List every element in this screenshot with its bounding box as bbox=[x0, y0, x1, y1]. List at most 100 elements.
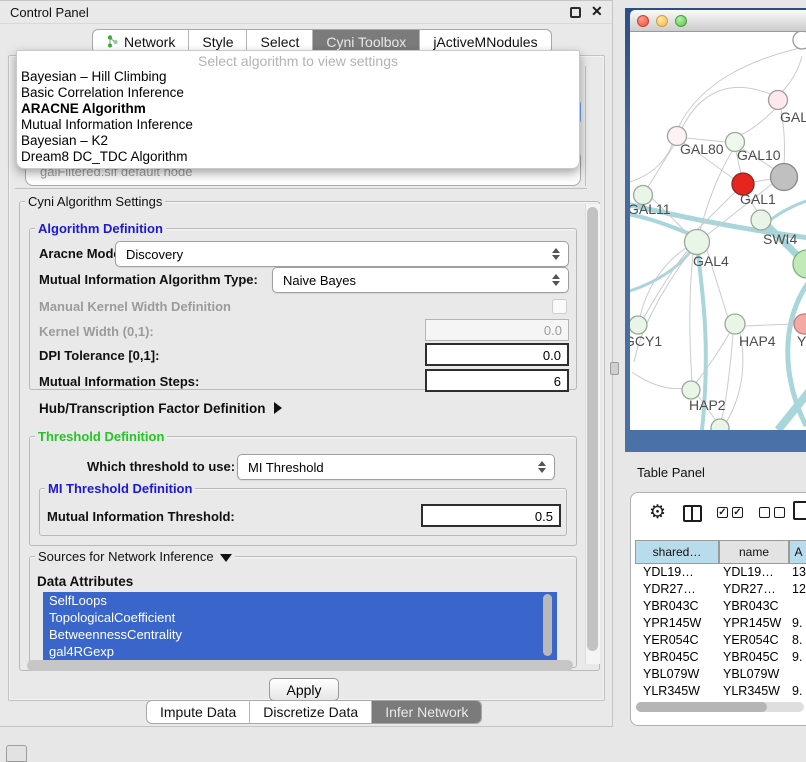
list-item-selected[interactable]: BetweennessCentrality bbox=[43, 626, 557, 643]
table-cell: YDR27… bbox=[635, 581, 719, 598]
dropdown-header: Select algorithm to view settings bbox=[17, 51, 579, 69]
table-row[interactable]: YBR045CYBR045C9. bbox=[635, 649, 806, 666]
table-row[interactable]: YDR27…YDR27…12 bbox=[635, 581, 806, 598]
table-row[interactable]: YBL079WYBL079W bbox=[635, 666, 806, 683]
dropdown-item[interactable]: Dream8 DC_TDC Algorithm bbox=[17, 149, 579, 165]
network-window-titlebar[interactable] bbox=[630, 10, 806, 32]
control-panel-title: Control Panel bbox=[10, 5, 89, 20]
dropdown-item-selected[interactable]: ARACNE Algorithm bbox=[17, 101, 579, 117]
table-cell: 8. bbox=[789, 632, 806, 649]
tab-label: Discretize Data bbox=[263, 704, 358, 720]
node-label: Y bbox=[797, 333, 806, 349]
dropdown-item[interactable]: Bayesian – K2 bbox=[17, 133, 579, 149]
node-salmon[interactable] bbox=[794, 314, 806, 334]
table-hscrollbar-thumb[interactable] bbox=[636, 702, 767, 712]
mi-threshold-field[interactable]: 0.5 bbox=[421, 504, 561, 527]
aracne-mode-label: Aracne Mode: bbox=[39, 246, 125, 261]
mi-steps-field[interactable]: 6 bbox=[425, 369, 569, 392]
node-label: SWI4 bbox=[763, 231, 797, 247]
table-cell: YDR27… bbox=[719, 581, 789, 598]
table-panel-window: ⚙ ✓ ✓ shared… name A YDL19…YDL19…13 YDR2… bbox=[630, 492, 806, 726]
table-cell: YBL079W bbox=[719, 666, 789, 683]
network-canvas[interactable]: GAL GAL80 GAL10 GAL1 GAL11 SWI4 GAL4 GCY… bbox=[630, 32, 806, 430]
kernel-width-field[interactable]: 0.0 bbox=[425, 319, 569, 341]
dropdown-item[interactable]: Bayesian – Hill Climbing bbox=[17, 69, 579, 85]
dropdown-item[interactable]: Mutual Information Inference bbox=[17, 117, 579, 133]
settings-vscrollbar-thumb[interactable] bbox=[587, 207, 598, 651]
node-gcy1[interactable] bbox=[630, 316, 647, 334]
manual-kernel-checkbox[interactable] bbox=[552, 299, 567, 314]
columns-icon[interactable] bbox=[683, 505, 702, 522]
node-gal-top[interactable] bbox=[769, 91, 788, 110]
node-partial-bottom[interactable] bbox=[711, 419, 729, 430]
gear-icon[interactable]: ⚙ bbox=[649, 501, 666, 524]
splitter-handle[interactable] bbox=[610, 362, 619, 375]
document-icon[interactable] bbox=[793, 501, 806, 520]
mi-threshold-label: Mutual Information Threshold: bbox=[47, 509, 235, 524]
zoom-traffic-light-icon[interactable] bbox=[675, 15, 687, 27]
tab-impute-data[interactable]: Impute Data bbox=[147, 701, 250, 723]
node-hap4[interactable] bbox=[725, 314, 745, 334]
unchecked-checkbox-icon[interactable] bbox=[759, 507, 770, 518]
list-item-selected[interactable]: SelfLoops bbox=[43, 592, 557, 609]
expander-expanded-icon bbox=[220, 554, 232, 562]
bottom-corner-button[interactable] bbox=[6, 745, 27, 762]
expander-collapsed-icon bbox=[274, 402, 282, 414]
manual-kernel-label: Manual Kernel Width Definition bbox=[39, 299, 231, 314]
tab-infer-network[interactable]: Infer Network bbox=[372, 701, 481, 723]
table-row[interactable]: YBR043CYBR043C bbox=[635, 598, 806, 615]
data-attributes-list[interactable]: SelfLoops TopologicalCoefficient Between… bbox=[43, 592, 557, 660]
table-row[interactable]: YER054CYER054C8. bbox=[635, 632, 806, 649]
apply-button[interactable]: Apply bbox=[269, 678, 339, 701]
hidden-groupbox-border bbox=[585, 66, 586, 186]
dropdown-item[interactable]: Basic Correlation Inference bbox=[17, 85, 579, 101]
node-gray[interactable] bbox=[771, 164, 798, 191]
unchecked-checkbox-icon[interactable] bbox=[774, 507, 785, 518]
table-hscrollbar-track[interactable] bbox=[636, 702, 804, 712]
list-vertical-scrollbar[interactable] bbox=[543, 594, 552, 656]
chevron-updown-icon bbox=[537, 461, 545, 473]
which-threshold-label: Which threshold to use: bbox=[87, 459, 235, 474]
mi-type-value: Naive Bayes bbox=[283, 273, 356, 288]
tab-discretize-data[interactable]: Discretize Data bbox=[250, 701, 372, 723]
column-header-name[interactable]: name bbox=[719, 540, 789, 564]
dpi-tolerance-label: DPI Tolerance [0,1]: bbox=[39, 348, 159, 363]
checked-checkbox-icon[interactable]: ✓ bbox=[732, 507, 743, 518]
table-row[interactable]: YPR145WYPR145W9. bbox=[635, 615, 806, 632]
node-label: HAP2 bbox=[689, 397, 726, 413]
group-title: Threshold Definition bbox=[35, 429, 167, 444]
mi-type-label: Mutual Information Algorithm Type: bbox=[39, 272, 258, 287]
table-panel-title: Table Panel bbox=[637, 465, 705, 480]
sources-expander[interactable]: Sources for Network Inference bbox=[35, 549, 235, 564]
settings-hscrollbar-thumb[interactable] bbox=[27, 660, 573, 671]
list-item-selected[interactable]: TopologicalCoefficient bbox=[43, 609, 557, 626]
node-label: GAL1 bbox=[740, 191, 776, 207]
node-label: GCY1 bbox=[630, 333, 662, 349]
node-gal4[interactable] bbox=[685, 230, 710, 255]
node-partial-top[interactable] bbox=[793, 32, 806, 49]
bottom-tabbar: Impute Data Discretize Data Infer Networ… bbox=[146, 700, 482, 724]
close-traffic-light-icon[interactable] bbox=[637, 15, 649, 27]
column-header-shared-name[interactable]: shared… bbox=[635, 540, 719, 564]
column-header-partial[interactable]: A bbox=[789, 540, 806, 564]
tab-label: Infer Network bbox=[385, 704, 468, 720]
close-icon[interactable]: ✕ bbox=[591, 3, 603, 20]
table-row[interactable]: YLR345WYLR345W9. bbox=[635, 683, 806, 700]
table-cell: YPR145W bbox=[635, 615, 719, 632]
network-icon bbox=[106, 35, 119, 48]
list-item-selected[interactable]: gal4RGexp bbox=[43, 643, 557, 660]
node-label: GAL bbox=[780, 109, 806, 125]
mi-algorithm-type-combobox[interactable]: Naive Bayes bbox=[272, 267, 569, 293]
mi-steps-label: Mutual Information Steps: bbox=[39, 374, 199, 389]
table-cell: YDL19… bbox=[719, 564, 789, 581]
hub-definition-expander[interactable]: Hub/Transcription Factor Definition bbox=[39, 401, 282, 416]
minimize-traffic-light-icon[interactable] bbox=[656, 15, 668, 27]
dpi-tolerance-field[interactable]: 0.0 bbox=[425, 343, 569, 366]
table-cell bbox=[789, 598, 806, 615]
checked-checkbox-icon[interactable]: ✓ bbox=[717, 507, 728, 518]
node-swi4[interactable] bbox=[751, 210, 771, 230]
aracne-mode-combobox[interactable]: Discovery bbox=[115, 241, 569, 267]
table-row[interactable]: YDL19…YDL19…13 bbox=[635, 564, 806, 581]
float-window-icon[interactable] bbox=[570, 7, 581, 18]
which-threshold-combobox[interactable]: MI Threshold bbox=[237, 454, 555, 480]
